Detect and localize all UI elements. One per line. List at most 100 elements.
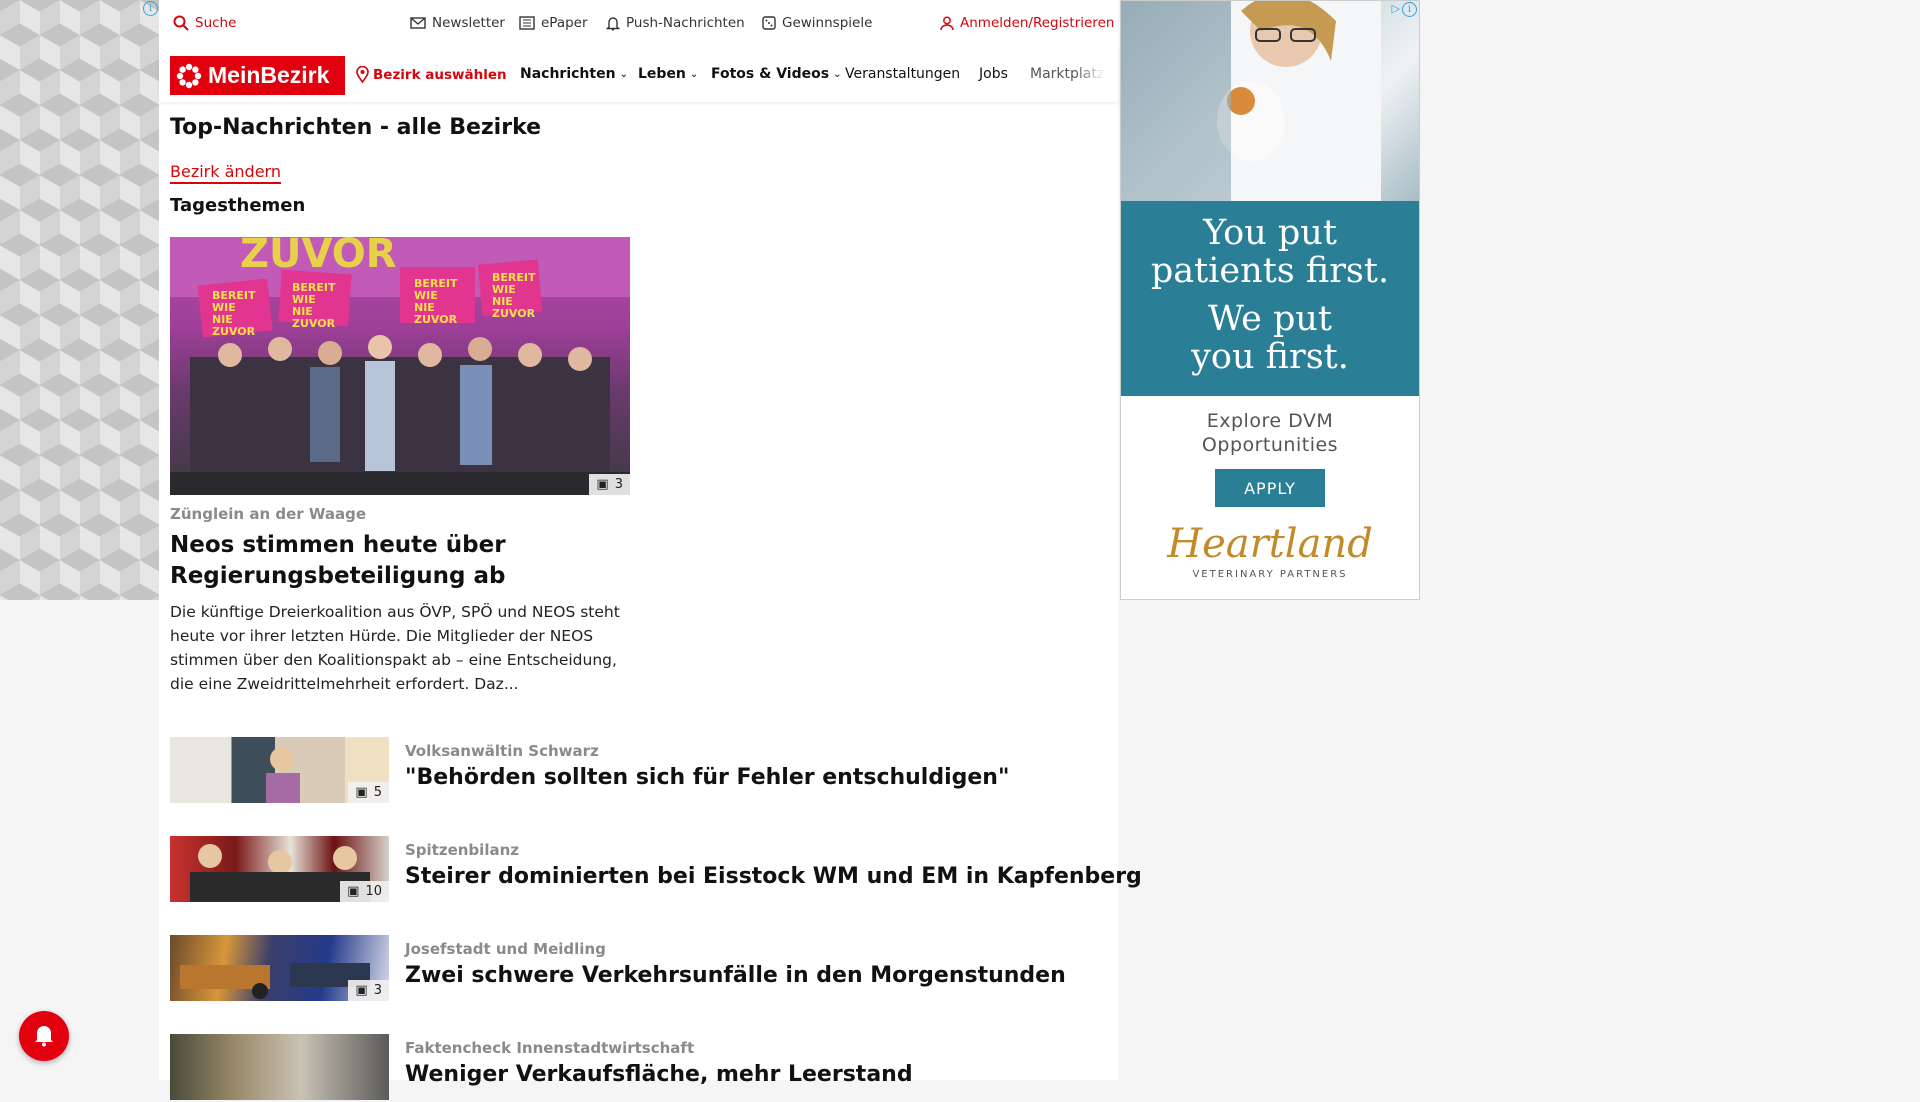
article-thumbnail[interactable]: ▣ 5: [170, 737, 389, 803]
ad-headline-panel: You put patients first. We put you first…: [1121, 201, 1419, 396]
location-pin-icon: [356, 66, 369, 83]
search-link[interactable]: Suche: [173, 15, 236, 31]
article-title[interactable]: Zwei schwere Verkehrsunfälle in den Morg…: [405, 963, 1066, 988]
meinbezirk-logo[interactable]: MeinBezirk: [170, 56, 345, 95]
epaper-link[interactable]: ePaper: [519, 15, 588, 31]
image-count: 10: [365, 884, 382, 899]
nav-item-veranstaltungen[interactable]: Veranstaltungen: [845, 66, 960, 82]
bell-icon: [35, 1025, 53, 1046]
image-count: 3: [373, 983, 382, 998]
ad-headline-line: You put: [1203, 213, 1337, 253]
push-notification-button[interactable]: [19, 1011, 69, 1061]
adchoices-icon: ▷: [1391, 2, 1400, 15]
page-title: Top-Nachrichten - alle Bezirke: [170, 115, 542, 140]
user-icon: [940, 16, 954, 30]
gewinnspiele-link[interactable]: Gewinnspiele: [762, 15, 872, 31]
dice-icon: [762, 16, 776, 30]
image-count-badge: ▣ 5: [348, 782, 389, 803]
gallery-icon: ▣: [347, 884, 360, 899]
nav-item-nachrichten[interactable]: Nachrichten ⌄: [520, 66, 628, 82]
sign-text: ZUVOR: [414, 313, 458, 326]
logo-flower-icon: [176, 63, 202, 88]
nav-item-label: Nachrichten: [520, 66, 616, 82]
image-count: 3: [614, 477, 623, 492]
section-title: Tagesthemen: [170, 195, 306, 216]
ad-headline-line: We put: [1208, 299, 1332, 339]
chevron-down-icon: ⌄: [689, 68, 699, 80]
ad-explore-text: Explore DVM Opportunities: [1121, 409, 1419, 457]
nav-item-leben[interactable]: Leben ⌄: [638, 66, 698, 82]
newsletter-link[interactable]: Newsletter: [410, 15, 505, 31]
logo-text: MeinBezirk: [208, 62, 330, 88]
gallery-icon: ▣: [355, 785, 368, 800]
ad-choices[interactable]: ▷ i: [1392, 2, 1417, 17]
article-thumbnail[interactable]: ▣ 10: [170, 836, 389, 902]
article-row[interactable]: ▣ 3 Josefstadt und Meidling Zwei schwere …: [170, 935, 1100, 1003]
article-kicker: Faktencheck Innenstadtwirtschaft: [405, 1039, 695, 1057]
push-label: Push-Nachrichten: [626, 15, 745, 31]
article-title[interactable]: Steirer dominierten bei Eisstock WM und …: [405, 864, 1142, 889]
ad-headline-line: you first.: [1191, 337, 1349, 377]
article-kicker: Spitzenbilanz: [405, 841, 519, 859]
nav-item-label: Veranstaltungen: [845, 66, 961, 82]
bezirk-select[interactable]: Bezirk auswählen: [356, 66, 507, 83]
article-title[interactable]: Weniger Verkaufsfläche, mehr Leerstand: [405, 1062, 913, 1087]
login-label: Anmelden/Registrieren: [960, 15, 1115, 31]
lead-article-teaser: Die künftige Dreierkoalition aus ÖVP, SP…: [170, 603, 620, 693]
ad-photo-illustration: [1121, 1, 1381, 201]
image-count-badge: ▣ 10: [340, 881, 389, 902]
nav-item-marktplatz[interactable]: Marktplatz: [1030, 66, 1105, 82]
newspaper-icon: [519, 16, 535, 30]
nav-item-fotos-videos[interactable]: Fotos & Videos ⌄: [711, 66, 841, 82]
search-icon: [173, 15, 189, 31]
main-nav: MeinBezirk Bezirk auswählen Nachrichten …: [159, 46, 1118, 102]
sign-text: ZUVOR: [492, 307, 536, 320]
article-row[interactable]: Faktencheck Innenstadtwirtschaft Weniger…: [170, 1034, 1100, 1102]
ad-explore-line: Explore DVM: [1206, 410, 1334, 432]
nav-item-label: Marktplatz: [1030, 66, 1105, 82]
epaper-label: ePaper: [541, 15, 588, 31]
sign-text: ZUVOR: [212, 325, 256, 338]
login-link[interactable]: Anmelden/Registrieren: [940, 15, 1114, 31]
gewinnspiele-label: Gewinnspiele: [782, 15, 873, 31]
main-column: Suche Newsletter ePaper Push-Nachrichten…: [159, 0, 1142, 1100]
nav-item-label: Jobs: [979, 66, 1008, 82]
ad-info-icon[interactable]: i: [143, 1, 158, 16]
article-kicker: Josefstadt und Meidling: [405, 940, 606, 958]
bezirk-select-label: Bezirk auswählen: [373, 66, 507, 83]
push-link[interactable]: Push-Nachrichten: [606, 15, 745, 31]
change-bezirk-link[interactable]: Bezirk ändern: [170, 162, 281, 184]
chevron-down-icon: ⌄: [833, 68, 842, 80]
bell-icon: [606, 16, 620, 31]
svg-text:ZUVOR: ZUVOR: [240, 237, 397, 277]
ad-brand-logo: Heartland: [1167, 521, 1373, 567]
advertisement[interactable]: ▷ i You put patients first. We put you f…: [1120, 0, 1420, 600]
ad-headline-line: patients first.: [1150, 251, 1390, 291]
ad-photo: [1121, 1, 1419, 201]
image-count-badge: ▣ 3: [348, 980, 389, 1001]
ad-brand-subtitle: VETERINARY PARTNERS: [1192, 569, 1348, 580]
article-thumbnail[interactable]: [170, 1034, 389, 1100]
sign-text: ZUVOR: [292, 317, 336, 330]
lead-article-kicker: Zünglein an der Waage: [170, 505, 367, 523]
ad-explore-line: Opportunities: [1201, 434, 1339, 456]
chevron-down-icon: ⌄: [619, 68, 628, 80]
utility-bar: Suche Newsletter ePaper Push-Nachrichten…: [159, 0, 1118, 46]
lead-image-illustration: ZUVOR BEREITWIENIEZUVORBEREITWIENIEZUVOR…: [170, 237, 630, 495]
gallery-icon: ▣: [355, 983, 368, 998]
ad-apply-button[interactable]: APPLY: [1215, 469, 1325, 507]
lead-article-title[interactable]: Neos stimmen heute über Regierungsbeteil…: [170, 530, 630, 592]
ad-info-icon: i: [1402, 2, 1417, 17]
article-row[interactable]: ▣ 10 Spitzenbilanz Steirer dominierten be…: [170, 836, 1142, 904]
lead-article-image[interactable]: ZUVOR BEREIT WIE NIE ZUVOR BEREIT WIE NIE ZUVOR…: [170, 237, 630, 495]
article-row[interactable]: ▣ 5 Volksanwältin Schwarz "Behörden sollt…: [170, 737, 1100, 805]
article-kicker: Volksanwältin Schwarz: [405, 742, 599, 760]
nav-item-label: Leben: [638, 66, 686, 82]
mail-icon: [410, 17, 426, 29]
article-thumbnail[interactable]: ▣ 3: [170, 935, 389, 1001]
image-count-badge: ▣ 3: [589, 474, 630, 495]
nav-item-jobs[interactable]: Jobs: [979, 66, 1008, 82]
gallery-icon: ▣: [596, 477, 609, 492]
article-title[interactable]: "Behörden sollten sich für Fehler entsch…: [405, 765, 1009, 790]
page-background-pattern: [0, 0, 159, 600]
